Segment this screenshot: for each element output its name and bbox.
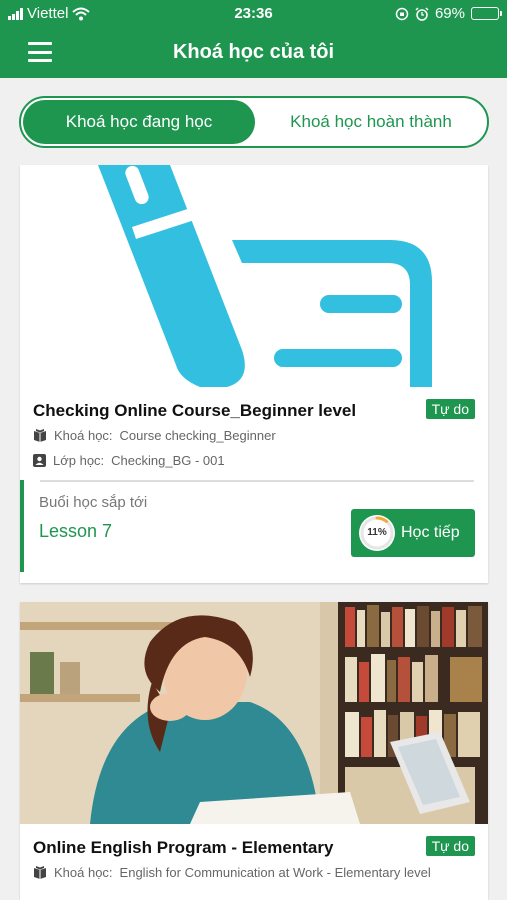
course-label: Khoá học:	[54, 428, 113, 443]
progress-text: 11%	[367, 527, 387, 538]
class-label: Lớp học:	[53, 453, 105, 468]
tab-completed[interactable]: Khoá học hoàn thành	[257, 100, 485, 144]
continue-label: Học tiếp	[401, 524, 460, 541]
course-value: English for Communication at Work - Elem…	[119, 865, 431, 880]
progress-ring: 11%	[359, 515, 395, 551]
course-title[interactable]: Checking Online Course_Beginner level	[33, 401, 356, 421]
course-card[interactable]: Checking Online Course_Beginner level Tự…	[20, 165, 488, 583]
continue-button[interactable]: 11% Học tiếp	[351, 509, 475, 557]
course-tabs: Khoá học đang học Khoá học hoàn thành	[19, 96, 489, 148]
battery-icon	[471, 7, 502, 20]
course-title[interactable]: Online English Program - Elementary	[33, 838, 333, 858]
course-meta-row: Khoá học: Course checking_Beginner	[33, 428, 276, 443]
book-icon	[34, 866, 46, 879]
book-icon	[34, 429, 46, 442]
course-value: Course checking_Beginner	[119, 428, 276, 443]
class-value: Checking_BG - 001	[111, 453, 225, 468]
nav-bar: Khoá học của tôi	[0, 28, 507, 78]
page-title: Khoá học của tôi	[172, 41, 335, 63]
upcoming-lesson[interactable]: Lesson 7	[39, 521, 112, 542]
pen-document-illustration	[98, 165, 432, 387]
battery-percent: 69%	[434, 5, 465, 22]
status-right: 69%	[395, 5, 502, 22]
app-header: Viettel 23:36 69% Khoá học của tôi	[0, 0, 507, 78]
status-badge: Tự do	[425, 399, 475, 419]
student-photo	[20, 602, 488, 824]
course-label: Khoá học:	[54, 865, 113, 880]
status-badge: Tự do	[425, 836, 475, 856]
alarm-icon	[415, 6, 429, 21]
class-meta-row: Lớp học: Checking_BG - 001	[33, 453, 225, 468]
course-meta-row: Khoá học: English for Communication at W…	[33, 865, 431, 880]
class-badge-icon	[33, 454, 46, 467]
orientation-lock-icon	[395, 7, 409, 20]
course-card[interactable]: Online English Program - Elementary Tự d…	[20, 602, 488, 900]
upcoming-label: Buổi học sắp tới	[39, 494, 148, 511]
upcoming-lesson-panel: Buổi học sắp tới Lesson 7 11% Học tiếp	[20, 480, 488, 572]
status-bar: Viettel 23:36 69%	[0, 0, 507, 28]
tab-in-progress[interactable]: Khoá học đang học	[23, 100, 255, 144]
course-thumbnail	[20, 602, 488, 824]
course-thumbnail	[20, 165, 488, 387]
